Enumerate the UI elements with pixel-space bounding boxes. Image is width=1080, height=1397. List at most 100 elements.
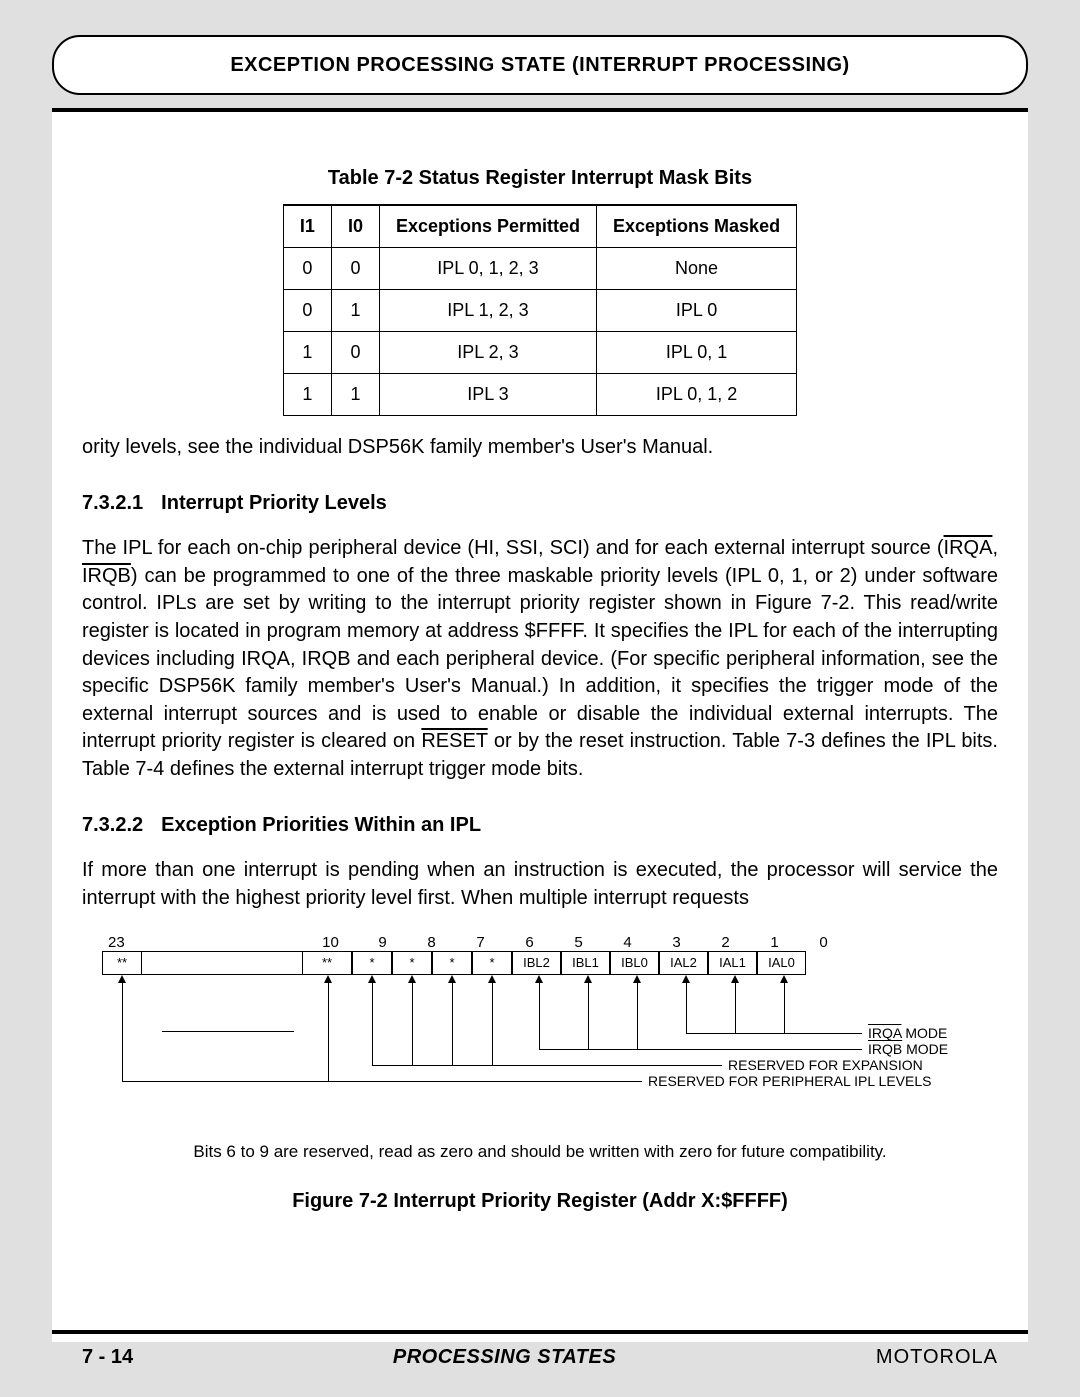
- section-number: 7.3.2.1: [82, 492, 143, 514]
- callout-line: [412, 983, 413, 1065]
- callout-line: [637, 983, 638, 1049]
- paragraph-1: The IPL for each on-chip peripheral devi…: [82, 535, 998, 783]
- bit-cell: IAL1: [708, 951, 757, 975]
- arrow-up-icon: [488, 975, 496, 983]
- figure-caption: Figure 7-2 Interrupt Priority Register (…: [82, 1190, 998, 1213]
- mask-bits-table: I1 I0 Exceptions Permitted Exceptions Ma…: [283, 204, 797, 416]
- page-header: EXCEPTION PROCESSING STATE (INTERRUPT PR…: [52, 35, 1028, 95]
- bit-cell: IAL0: [757, 951, 806, 975]
- section-number: 7.3.2.2: [82, 814, 143, 836]
- callout-line: [372, 983, 373, 1065]
- page-footer: 7 - 14 PROCESSING STATES MOTOROLA: [52, 1317, 1028, 1369]
- table-row: 0 1 IPL 1, 2, 3 IPL 0: [283, 290, 796, 332]
- bit-cell-gap: [142, 951, 302, 975]
- cell: IPL 0, 1, 2, 3: [379, 248, 596, 290]
- section-7-3-2-1: 7.3.2.1 Interrupt Priority Levels: [82, 490, 998, 518]
- arrow-up-icon: [368, 975, 376, 983]
- bit-cell: IBL1: [561, 951, 610, 975]
- callout-text: MODE: [902, 1041, 948, 1057]
- p1-a: The IPL for each on-chip peripheral devi…: [82, 537, 944, 559]
- comma: ,: [992, 537, 998, 559]
- page: EXCEPTION PROCESSING STATE (INTERRUPT PR…: [0, 0, 1080, 1397]
- bit-num: 8: [407, 934, 456, 951]
- paragraph-2: If more than one interrupt is pending wh…: [82, 857, 998, 912]
- irqb-overline: IRQB: [868, 1041, 902, 1057]
- bit-num: 0: [799, 934, 848, 951]
- th-i0: I0: [331, 205, 379, 248]
- decoration-line: [162, 1031, 294, 1032]
- callout-text: MODE: [901, 1025, 947, 1041]
- reset-overline: RESET: [421, 730, 487, 752]
- cell: 1: [283, 374, 331, 416]
- p1-b: ) can be programmed to one of the three …: [82, 565, 998, 753]
- orphan-line: ority levels, see the individual DSP56K …: [82, 434, 998, 462]
- bit-cell: *: [432, 951, 472, 975]
- bit-number-row: 23 10 9 8 7 6 5 4 3 2 1 0: [102, 934, 842, 951]
- arrow-up-icon: [780, 975, 788, 983]
- bit-cell: *: [352, 951, 392, 975]
- bit-cell: IAL2: [659, 951, 708, 975]
- bit-num: 7: [456, 934, 505, 951]
- callout-line: [122, 1081, 642, 1082]
- bit-cell: *: [472, 951, 512, 975]
- callout-line: [492, 983, 493, 1065]
- cell: IPL 2, 3: [379, 332, 596, 374]
- bit-num: 2: [701, 934, 750, 951]
- table-header-row: I1 I0 Exceptions Permitted Exceptions Ma…: [283, 205, 796, 248]
- irqa-overline: IRQA: [944, 537, 993, 559]
- arrow-up-icon: [633, 975, 641, 983]
- section-title: Interrupt Priority Levels: [161, 492, 387, 514]
- table-row: 1 1 IPL 3 IPL 0, 1, 2: [283, 374, 796, 416]
- footer-rule: [52, 1330, 1028, 1334]
- bit-num: 4: [603, 934, 652, 951]
- bit-cell: IBL0: [610, 951, 659, 975]
- footer-title: PROCESSING STATES: [393, 1346, 616, 1369]
- bit-num: 9: [358, 934, 407, 951]
- figure-note: Bits 6 to 9 are reserved, read as zero a…: [82, 1142, 998, 1162]
- irqa-overline: IRQA: [868, 1025, 901, 1041]
- table-caption: Table 7-2 Status Register Interrupt Mask…: [82, 167, 998, 190]
- register-diagram: 23 10 9 8 7 6 5 4 3 2 1 0 ** ** * * * *: [82, 934, 998, 1134]
- arrow-up-icon: [584, 975, 592, 983]
- cell: IPL 0: [597, 290, 797, 332]
- section-7-3-2-2: 7.3.2.2Exception Priorities Within an IP…: [82, 812, 998, 840]
- th-i1: I1: [283, 205, 331, 248]
- cell: 1: [331, 374, 379, 416]
- cell: 0: [283, 290, 331, 332]
- page-number: 7 - 14: [82, 1346, 133, 1369]
- callout-line: [452, 983, 453, 1065]
- table-row: 1 0 IPL 2, 3 IPL 0, 1: [283, 332, 796, 374]
- callout-irqb: IRQB MODE: [868, 1041, 948, 1057]
- callout-line: [122, 983, 123, 1081]
- cell: IPL 3: [379, 374, 596, 416]
- bit-cell: IBL2: [512, 951, 561, 975]
- callout-reserved-exp: RESERVED FOR EXPANSION: [728, 1057, 923, 1073]
- cell: 0: [283, 248, 331, 290]
- arrow-up-icon: [535, 975, 543, 983]
- page-header-text: EXCEPTION PROCESSING STATE (INTERRUPT PR…: [230, 54, 849, 77]
- arrow-up-icon: [448, 975, 456, 983]
- callout-reserved-ipl: RESERVED FOR PERIPHERAL IPL LEVELS: [648, 1073, 931, 1089]
- th-masked: Exceptions Masked: [597, 205, 797, 248]
- callout-line: [372, 1065, 722, 1066]
- callout-line: [328, 983, 329, 1081]
- irqb-overline: IRQB: [82, 565, 131, 587]
- callout-line: [686, 1033, 862, 1034]
- bit-cell: **: [302, 951, 352, 975]
- bit-num: 6: [505, 934, 554, 951]
- bit-num: 10: [303, 934, 358, 951]
- callout-line: [686, 983, 687, 1033]
- arrow-up-icon: [731, 975, 739, 983]
- arrow-up-icon: [118, 975, 126, 983]
- callout-irqa: IRQA MODE: [868, 1025, 947, 1041]
- bit-cell: **: [102, 951, 142, 975]
- callout-lines: IRQA MODE IRQB MODE RESERVED FOR EXPANSI…: [102, 975, 842, 1095]
- bit-num: 1: [750, 934, 799, 951]
- callout-line: [539, 983, 540, 1049]
- arrow-up-icon: [408, 975, 416, 983]
- bit-num: 3: [652, 934, 701, 951]
- table-row: 0 0 IPL 0, 1, 2, 3 None: [283, 248, 796, 290]
- cell: None: [597, 248, 797, 290]
- cell: IPL 1, 2, 3: [379, 290, 596, 332]
- bit-num: 23: [102, 934, 303, 951]
